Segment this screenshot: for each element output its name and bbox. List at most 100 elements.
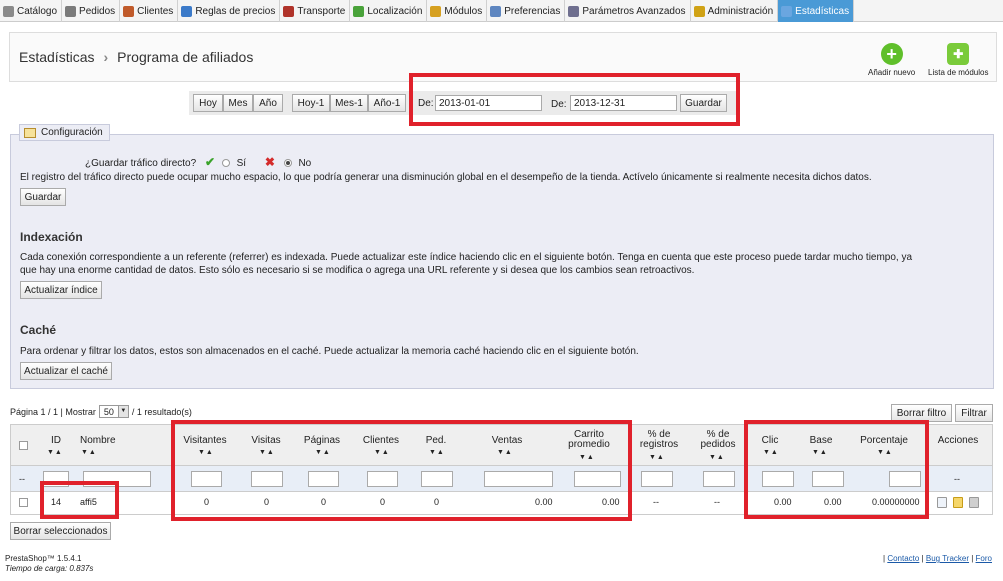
module-list-button[interactable]: ✚ Lista de módulos: [928, 43, 988, 77]
config-save-button[interactable]: Guardar: [20, 188, 66, 206]
menu-item-orders[interactable]: Pedidos: [62, 0, 121, 22]
direct-traffic-note: El registro del tráfico directo puede oc…: [20, 172, 872, 183]
truck-icon: [283, 5, 295, 17]
highlight-date-range: [409, 73, 740, 126]
col-registrations-line2: registros: [639, 439, 679, 450]
settings-form-icon: [24, 127, 36, 138]
col-name: Nombre: [80, 435, 116, 446]
breadcrumb-section[interactable]: Estadísticas: [19, 49, 94, 65]
direct-traffic-no-radio[interactable]: [283, 159, 292, 168]
menu-item-label: Catálogo: [17, 5, 58, 17]
menu-item-label: Preferencias: [504, 5, 561, 17]
filter-registrations-input[interactable]: [641, 471, 673, 487]
indexation-text-2: que hay una enorme cantidad de datos. Es…: [20, 265, 695, 276]
per-page-value: 50: [103, 406, 114, 417]
menu-item-chart[interactable]: Estadísticas: [778, 0, 855, 22]
menu-item-modules[interactable]: Módulos: [427, 0, 488, 22]
filter-check-placeholder: --: [19, 474, 25, 484]
page-title: Programa de afiliados: [117, 49, 254, 65]
menu-item-preferences[interactable]: Preferencias: [487, 0, 566, 22]
config-panel: ¿Guardar tráfico directo? ✔ Sí ✖ No El r…: [10, 134, 994, 389]
breadcrumb-separator-icon: ›: [103, 49, 109, 65]
per-page-select[interactable]: 50 ▼: [98, 405, 129, 418]
forum-link[interactable]: Foro: [976, 554, 992, 563]
plus-icon: +: [880, 43, 903, 65]
sort-orders-pct-icon[interactable]: ▼▲: [709, 454, 725, 461]
filter-button[interactable]: Filtrar: [955, 404, 993, 422]
add-new-label: Añadir nuevo: [868, 68, 916, 77]
globe-icon: [353, 5, 365, 17]
direct-traffic-yes-radio[interactable]: [221, 159, 230, 168]
indexation-text-1: Cada conexión correspondiente a un refer…: [20, 252, 913, 263]
contact-link[interactable]: Contacto: [887, 554, 919, 563]
col-orders-pct-line2: pedidos: [700, 439, 736, 450]
sort-id-icon[interactable]: ▼▲: [47, 449, 63, 456]
key-icon: [693, 5, 705, 17]
menu-item-label: Administración: [707, 5, 774, 17]
direct-traffic-question: ¿Guardar tráfico directo? ✔ Sí ✖ No: [85, 155, 311, 169]
menu-item-price-rules[interactable]: Reglas de precios: [178, 0, 281, 22]
orders-icon: [65, 5, 77, 17]
footer-version: PrestaShop™ 1.5.4.1: [5, 554, 82, 563]
bug-tracker-link[interactable]: Bug Tracker: [926, 554, 969, 563]
menu-item-customers[interactable]: Clientes: [120, 0, 179, 22]
delete-icon[interactable]: [969, 497, 979, 508]
highlight-traffic-columns: [171, 420, 632, 521]
catalog-icon: [3, 5, 14, 17]
prev-day-button[interactable]: Hoy-1: [292, 94, 330, 112]
menu-item-label: Estadísticas: [795, 5, 850, 17]
config-legend: Configuración: [19, 124, 110, 141]
add-new-button[interactable]: + Añadir nuevo: [868, 43, 915, 77]
month-button[interactable]: Mes: [223, 94, 253, 112]
menu-item-label: Localización: [367, 5, 423, 17]
menu-item-globe[interactable]: Localización: [350, 0, 428, 22]
col-actions: Acciones: [937, 435, 979, 446]
menu-item-wrench[interactable]: Parámetros Avanzados: [565, 0, 691, 22]
row-checkbox[interactable]: [19, 498, 28, 507]
page-info: Página 1 / 1 | Mostrar: [10, 406, 96, 417]
prev-month-button[interactable]: Mes-1: [330, 94, 368, 112]
menu-item-truck[interactable]: Transporte: [280, 0, 351, 22]
puzzle-icon: ✚: [947, 43, 970, 65]
filter-actions-placeholder: --: [954, 474, 960, 484]
menu-item-label: Reglas de precios: [195, 5, 276, 17]
cross-icon: ✖: [264, 155, 275, 169]
today-button[interactable]: Hoy: [193, 94, 223, 112]
menu-item-catalog[interactable]: Catálogo: [0, 0, 63, 22]
customers-icon: [123, 5, 135, 17]
config-legend-label: Configuración: [41, 127, 103, 138]
price-rules-icon: [181, 5, 193, 17]
view-icon[interactable]: [937, 497, 947, 508]
menu-item-label: Parámetros Avanzados: [582, 5, 686, 17]
chevron-down-icon: ▼: [117, 406, 128, 417]
select-all-checkbox[interactable]: [19, 441, 28, 450]
modules-icon: [430, 5, 442, 17]
edit-icon[interactable]: [953, 497, 963, 508]
breadcrumb: Estadísticas › Programa de afiliados: [19, 49, 253, 65]
menu-item-label: Pedidos: [79, 5, 116, 17]
cache-text: Para ordenar y filtrar los datos, estos …: [20, 346, 639, 357]
pagination: Página 1 / 1 | Mostrar 50 ▼ / 1 resultad…: [10, 405, 192, 418]
col-registrations-pct: % de registros: [635, 430, 683, 450]
prev-year-button[interactable]: Año-1: [368, 94, 406, 112]
direct-traffic-label: ¿Guardar tráfico directo?: [85, 158, 197, 169]
footer-links: | Contacto | Bug Tracker | Foro: [883, 554, 992, 563]
wrench-icon: [568, 5, 580, 17]
indexation-heading: Indexación: [20, 230, 83, 244]
menu-item-label: Transporte: [297, 5, 346, 17]
sort-name-icon[interactable]: ▼▲: [81, 449, 97, 456]
chart-icon: [781, 5, 793, 17]
sort-registrations-icon[interactable]: ▼▲: [649, 454, 665, 461]
year-button[interactable]: Año: [253, 94, 283, 112]
filter-orders-pct-input[interactable]: [703, 471, 735, 487]
menu-item-key[interactable]: Administración: [691, 0, 779, 22]
cache-heading: Caché: [20, 323, 57, 337]
no-label: No: [298, 158, 312, 169]
update-index-button[interactable]: Actualizar índice: [20, 281, 102, 299]
cell-orders-pct: --: [714, 497, 720, 507]
check-icon: ✔: [204, 155, 216, 169]
module-list-label: Lista de módulos: [928, 68, 989, 77]
bulk-delete-button[interactable]: Borrar seleccionados: [10, 522, 111, 540]
highlight-affiliate-row: [40, 481, 119, 519]
update-cache-button[interactable]: Actualizar el caché: [20, 362, 112, 380]
